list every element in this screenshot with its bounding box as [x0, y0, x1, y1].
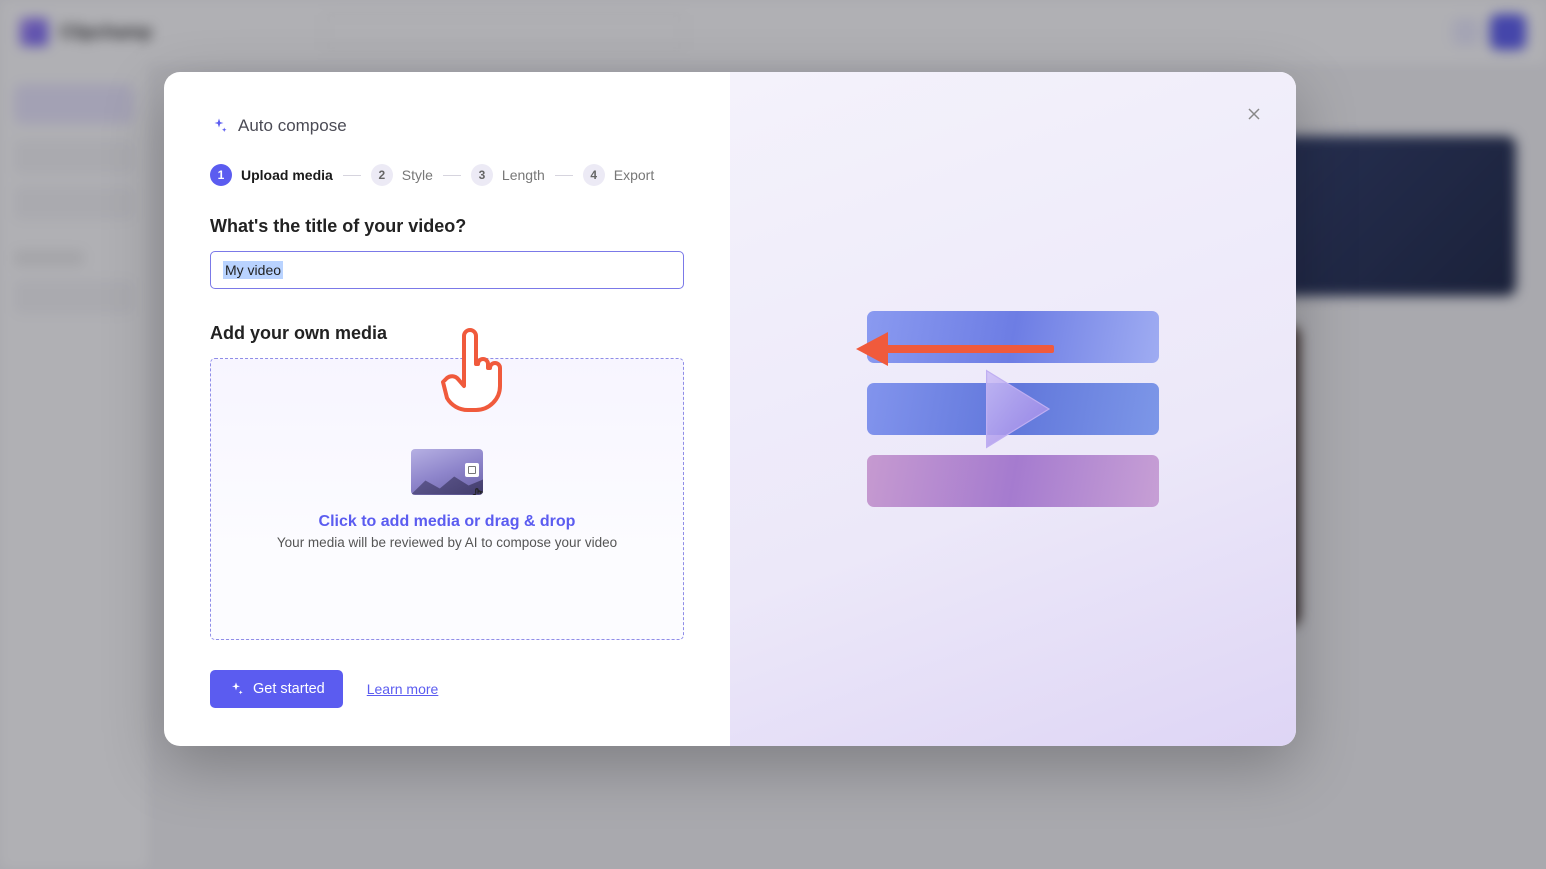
step-number: 2: [371, 164, 393, 186]
step-label: Upload media: [241, 167, 333, 183]
modal-footer: Get started Learn more: [210, 670, 684, 708]
close-icon: [1246, 106, 1262, 122]
dropzone-thumbnail-icon: [411, 449, 483, 495]
step-number: 4: [583, 164, 605, 186]
media-dropzone[interactable]: Click to add media or drag & drop Your m…: [210, 358, 684, 640]
step-separator: [555, 175, 573, 176]
button-label: Get started: [253, 681, 325, 697]
add-media-label: Add your own media: [210, 323, 684, 344]
modal-title: Auto compose: [238, 116, 347, 136]
preview-illustration: [867, 311, 1159, 507]
dropzone-title: Click to add media or drag & drop: [319, 513, 576, 531]
video-title-input[interactable]: [210, 251, 684, 289]
learn-more-link[interactable]: Learn more: [367, 681, 439, 697]
play-icon: [953, 349, 1073, 469]
modal-header: Auto compose: [210, 116, 684, 136]
step-label: Style: [402, 167, 433, 183]
step-separator: [343, 175, 361, 176]
title-input-wrap: My video: [210, 251, 684, 323]
pointer-hand-icon: [469, 485, 483, 495]
close-button[interactable]: [1240, 100, 1268, 128]
stepper: 1 Upload media 2 Style 3 Length 4 Export: [210, 164, 684, 186]
step-export[interactable]: 4 Export: [583, 164, 654, 186]
step-style[interactable]: 2 Style: [371, 164, 433, 186]
step-upload-media[interactable]: 1 Upload media: [210, 164, 333, 186]
step-separator: [443, 175, 461, 176]
modal-right-panel: [730, 72, 1296, 746]
modal-left-panel: Auto compose 1 Upload media 2 Style 3 Le…: [164, 72, 730, 746]
auto-compose-modal: Auto compose 1 Upload media 2 Style 3 Le…: [164, 72, 1296, 746]
title-question-label: What's the title of your video?: [210, 216, 684, 237]
sparkle-icon: [228, 681, 244, 697]
step-label: Length: [502, 167, 545, 183]
step-length[interactable]: 3 Length: [471, 164, 545, 186]
step-number: 1: [210, 164, 232, 186]
get-started-button[interactable]: Get started: [210, 670, 343, 708]
step-number: 3: [471, 164, 493, 186]
step-label: Export: [614, 167, 654, 183]
sparkle-icon: [210, 117, 228, 135]
dropzone-subtitle: Your media will be reviewed by AI to com…: [277, 535, 617, 550]
